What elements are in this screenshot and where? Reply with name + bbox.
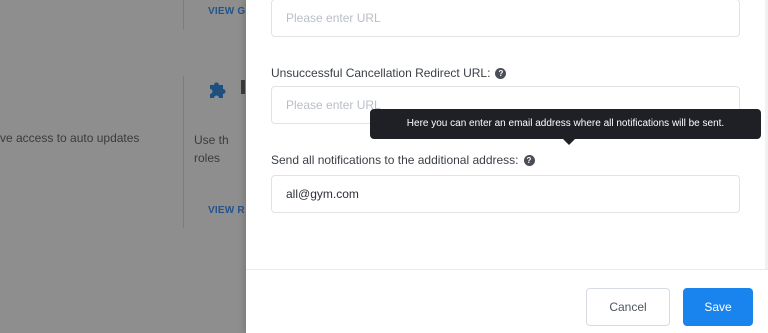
- background-overlay: VIEW G ve access to auto updates Use th …: [0, 0, 246, 333]
- notification-email-input[interactable]: [271, 175, 740, 213]
- tooltip-arrow: [563, 139, 575, 145]
- background-desc-line: roles: [194, 151, 221, 165]
- question-circle-icon[interactable]: ?: [495, 67, 507, 79]
- background-divider: [183, 0, 184, 30]
- settings-side-panel: Unsuccessful Cancellation Redirect URL: …: [246, 0, 768, 333]
- notification-address-label-text: Send all notifications to the additional…: [271, 153, 519, 167]
- cancel-button[interactable]: Cancel: [586, 288, 670, 326]
- help-tooltip: Here you can enter an email address wher…: [370, 109, 761, 139]
- background-view-link: VIEW G: [208, 6, 246, 17]
- panel-footer: Cancel Save: [246, 269, 768, 333]
- background-desc-line: Use th: [194, 133, 229, 147]
- background-card-title: [241, 80, 245, 94]
- unsuccessful-redirect-label-text: Unsuccessful Cancellation Redirect URL:: [271, 66, 491, 80]
- background-view-link: VIEW R: [208, 205, 245, 216]
- puzzle-icon: [210, 82, 226, 98]
- background-divider: [183, 76, 184, 228]
- unsuccessful-redirect-label: Unsuccessful Cancellation Redirect URL: …: [271, 66, 507, 80]
- redirect-url-input[interactable]: [271, 0, 740, 37]
- notification-address-label: Send all notifications to the additional…: [271, 153, 535, 167]
- background-card-description: Use th roles: [194, 131, 246, 167]
- save-button[interactable]: Save: [683, 288, 753, 326]
- question-circle-icon[interactable]: ?: [523, 154, 535, 166]
- background-text: ve access to auto updates: [0, 131, 140, 145]
